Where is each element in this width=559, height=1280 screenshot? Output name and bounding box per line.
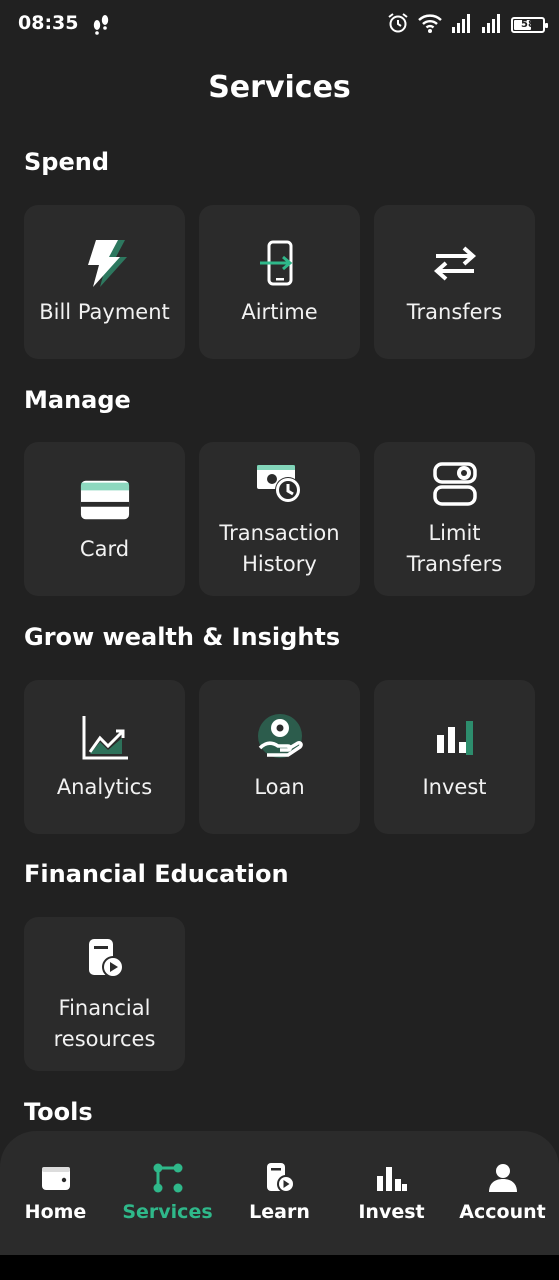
nav-account-label: Account (459, 1201, 546, 1223)
bar-chart-icon (429, 712, 481, 764)
nav-home-label: Home (24, 1201, 87, 1223)
airtime-label: Airtime (241, 299, 318, 324)
financial-resources-label: Financial resources (54, 993, 156, 1055)
document-play-icon (263, 1161, 297, 1195)
bottom-nav: Home Services Learn Invest Account (0, 1131, 559, 1255)
nav-services-label: Services (122, 1201, 213, 1223)
transaction-history-line1: Transaction (219, 521, 340, 545)
transaction-history-tile[interactable]: Transaction History (199, 442, 360, 596)
loan-label: Loan (254, 774, 305, 799)
battery-level: 58 (521, 19, 535, 30)
user-icon (486, 1161, 520, 1195)
bar-chart-icon (375, 1161, 409, 1195)
section-title-manage: Manage (24, 386, 131, 414)
analytics-label: Analytics (56, 774, 153, 799)
status-icons: 58 (387, 12, 548, 38)
document-play-icon (79, 933, 131, 985)
nav-learn-label: Learn (249, 1201, 310, 1223)
signal-icon-2 (481, 13, 503, 37)
money-clock-icon (254, 458, 306, 510)
card-label: Card (79, 536, 130, 561)
card-tile[interactable]: Card (24, 442, 185, 596)
financial-resources-line2: resources (53, 1027, 156, 1051)
section-title-education: Financial Education (24, 860, 289, 888)
bill-payment-tile[interactable]: Bill Payment (24, 205, 185, 359)
transaction-history-line2: History (242, 552, 317, 576)
invest-label: Invest (422, 774, 487, 799)
wallet-icon (39, 1161, 73, 1195)
bill-payment-label: Bill Payment (39, 299, 170, 324)
services-screen: 08:35 58 Services Spend Bill Payment Air… (0, 0, 559, 1255)
nav-learn[interactable]: Learn (224, 1161, 335, 1223)
footsteps-icon (90, 12, 112, 40)
limit-transfers-line2: Transfers (406, 552, 503, 576)
limit-transfers-tile[interactable]: Limit Transfers (374, 442, 535, 596)
transfers-tile[interactable]: Transfers (374, 205, 535, 359)
battery-icon: 58 (511, 17, 548, 33)
phone-icon (254, 237, 306, 289)
section-title-spend: Spend (24, 148, 110, 176)
wifi-icon (417, 12, 443, 38)
airtime-tile[interactable]: Airtime (199, 205, 360, 359)
loan-tile[interactable]: Loan (199, 680, 360, 834)
page-title: Services (208, 70, 351, 105)
section-title-tools: Tools (24, 1098, 93, 1126)
lightning-icon (79, 237, 131, 289)
transaction-history-label: Transaction History (219, 518, 339, 580)
alarm-icon (387, 12, 409, 38)
nav-services[interactable]: Services (112, 1161, 223, 1223)
section-title-grow: Grow wealth & Insights (24, 623, 341, 651)
signal-icon-1 (451, 13, 473, 37)
limit-transfers-label: Limit Transfers (407, 518, 502, 580)
status-bar: 08:35 58 (0, 0, 559, 48)
nav-account[interactable]: Account (447, 1161, 558, 1223)
nodes-icon (151, 1161, 185, 1195)
status-time: 08:35 (18, 12, 79, 34)
toggle-icon (429, 458, 481, 510)
nav-invest-label: Invest (358, 1201, 425, 1223)
financial-resources-line1: Financial (58, 996, 151, 1020)
transfers-label: Transfers (406, 299, 503, 324)
hand-coin-icon (254, 712, 306, 764)
invest-tile[interactable]: Invest (374, 680, 535, 834)
card-icon (79, 474, 131, 526)
chart-up-icon (79, 712, 131, 764)
nav-invest[interactable]: Invest (336, 1161, 447, 1223)
arrows-swap-icon (429, 237, 481, 289)
nav-home[interactable]: Home (0, 1161, 111, 1223)
system-nav-bar (0, 1255, 559, 1280)
limit-transfers-line1: Limit (428, 521, 481, 545)
financial-resources-tile[interactable]: Financial resources (24, 917, 185, 1071)
analytics-tile[interactable]: Analytics (24, 680, 185, 834)
